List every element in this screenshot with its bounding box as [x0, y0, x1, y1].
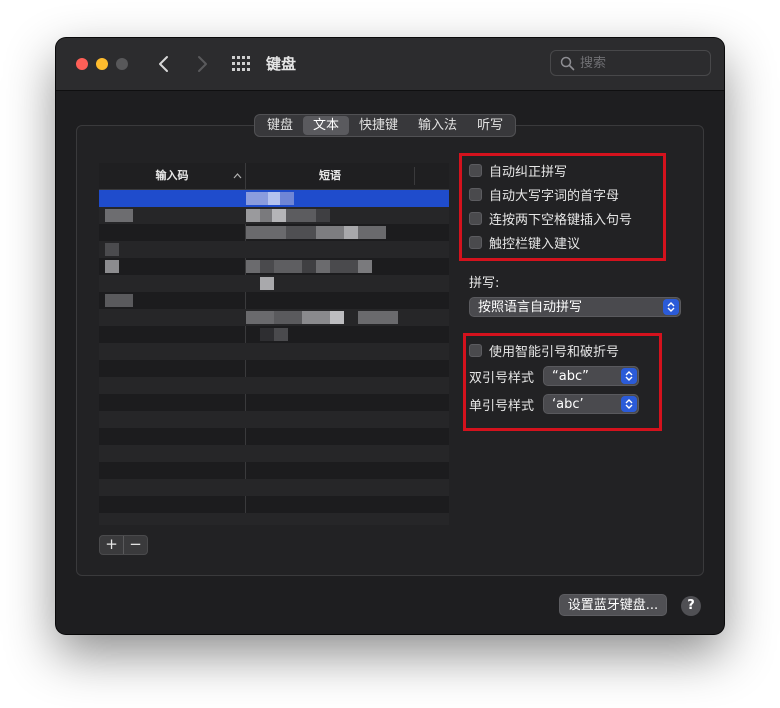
- capitalize-checkbox[interactable]: [469, 187, 482, 201]
- autocorrect-option[interactable]: 自动纠正拼写: [469, 160, 567, 180]
- touchbar-checkbox[interactable]: [469, 235, 482, 249]
- tab-bar: 键盘 文本 快捷键 输入法 听写: [254, 114, 517, 137]
- table-row: [99, 513, 449, 525]
- tab-dictation[interactable]: 听写: [467, 116, 513, 135]
- close-window-button[interactable]: [76, 58, 88, 70]
- table-row[interactable]: [99, 241, 449, 258]
- table-row[interactable]: [99, 190, 449, 207]
- table-row[interactable]: [99, 275, 449, 292]
- autocorrect-checkbox[interactable]: [469, 163, 482, 177]
- spelling-label: 拼写:: [469, 276, 500, 291]
- single-quote-popup[interactable]: ‘abc’: [543, 394, 639, 414]
- capitalize-label: 自动大写字词的首字母: [489, 188, 620, 204]
- show-all-grid-icon[interactable]: [232, 56, 250, 71]
- smart-quotes-label: 使用智能引号和破折号: [489, 344, 620, 360]
- text-replacement-table[interactable]: 输入码 短语: [99, 163, 449, 525]
- spelling-popup[interactable]: 按照语言自动拼写: [469, 297, 681, 317]
- touchbar-label: 触控栏键入建议: [489, 236, 581, 252]
- table-row: [99, 394, 449, 411]
- forward-arrow-icon[interactable]: [190, 52, 214, 76]
- double-quote-label: 双引号样式: [469, 371, 535, 386]
- double-quote-popup[interactable]: “abc”: [543, 366, 639, 386]
- add-button[interactable]: +: [100, 536, 123, 554]
- column-divider: [414, 167, 415, 185]
- sort-ascending-icon: [233, 173, 242, 179]
- table-row[interactable]: [99, 207, 449, 224]
- spelling-value: 按照语言自动拼写: [478, 300, 583, 315]
- period-option[interactable]: 连按两下空格键插入句号: [469, 208, 632, 228]
- tab-keyboard[interactable]: 键盘: [257, 116, 303, 135]
- window-title: 键盘: [266, 55, 297, 73]
- tab-shortcuts[interactable]: 快捷键: [349, 116, 408, 135]
- smart-quotes-checkbox[interactable]: [469, 343, 482, 357]
- table-row: [99, 411, 449, 428]
- tab-text[interactable]: 文本: [303, 116, 350, 135]
- minimize-window-button[interactable]: [96, 58, 108, 70]
- table-row[interactable]: [99, 326, 449, 343]
- column-header-phrase[interactable]: 短语: [246, 163, 414, 189]
- table-row: [99, 428, 449, 445]
- search-input[interactable]: [580, 54, 700, 72]
- table-rows: [99, 190, 449, 525]
- setup-bluetooth-keyboard-button[interactable]: 设置蓝牙键盘...: [559, 594, 667, 616]
- table-row: [99, 343, 449, 360]
- single-quote-value: ‘abc’: [552, 397, 584, 412]
- chevron-updown-icon: [621, 396, 637, 412]
- chevron-updown-icon: [621, 368, 637, 384]
- add-remove-control: + −: [99, 535, 148, 555]
- table-header: 输入码 短语: [99, 163, 449, 190]
- capitalize-option[interactable]: 自动大写字词的首字母: [469, 184, 619, 204]
- help-button[interactable]: ?: [681, 596, 701, 616]
- title-bar: 键盘: [56, 38, 724, 91]
- tab-input-sources[interactable]: 输入法: [408, 116, 467, 135]
- table-row: [99, 462, 449, 479]
- table-row: [99, 377, 449, 394]
- back-arrow-icon[interactable]: [152, 52, 176, 76]
- table-row[interactable]: [99, 309, 449, 326]
- table-row[interactable]: [99, 224, 449, 241]
- autocorrect-label: 自动纠正拼写: [489, 164, 568, 180]
- touchbar-option[interactable]: 触控栏键入建议: [469, 232, 580, 252]
- zoom-window-button[interactable]: [116, 58, 128, 70]
- smart-quotes-option[interactable]: 使用智能引号和破折号: [469, 340, 619, 360]
- remove-button[interactable]: −: [124, 536, 147, 554]
- table-row: [99, 360, 449, 377]
- keyboard-preferences-window: 键盘 键盘 文本 快捷键 输入法 听写 输入码 短语: [56, 38, 724, 634]
- table-row[interactable]: [99, 258, 449, 275]
- period-label: 连按两下空格键插入句号: [489, 212, 633, 228]
- period-checkbox[interactable]: [469, 211, 482, 225]
- single-quote-label: 单引号样式: [469, 399, 535, 414]
- search-icon: [560, 56, 575, 71]
- search-field[interactable]: [550, 50, 711, 76]
- column-header-code[interactable]: 输入码: [99, 163, 245, 189]
- table-row: [99, 445, 449, 462]
- table-row[interactable]: [99, 292, 449, 309]
- chevron-updown-icon: [663, 299, 679, 315]
- double-quote-value: “abc”: [552, 369, 589, 384]
- table-row: [99, 479, 449, 496]
- table-row: [99, 496, 449, 513]
